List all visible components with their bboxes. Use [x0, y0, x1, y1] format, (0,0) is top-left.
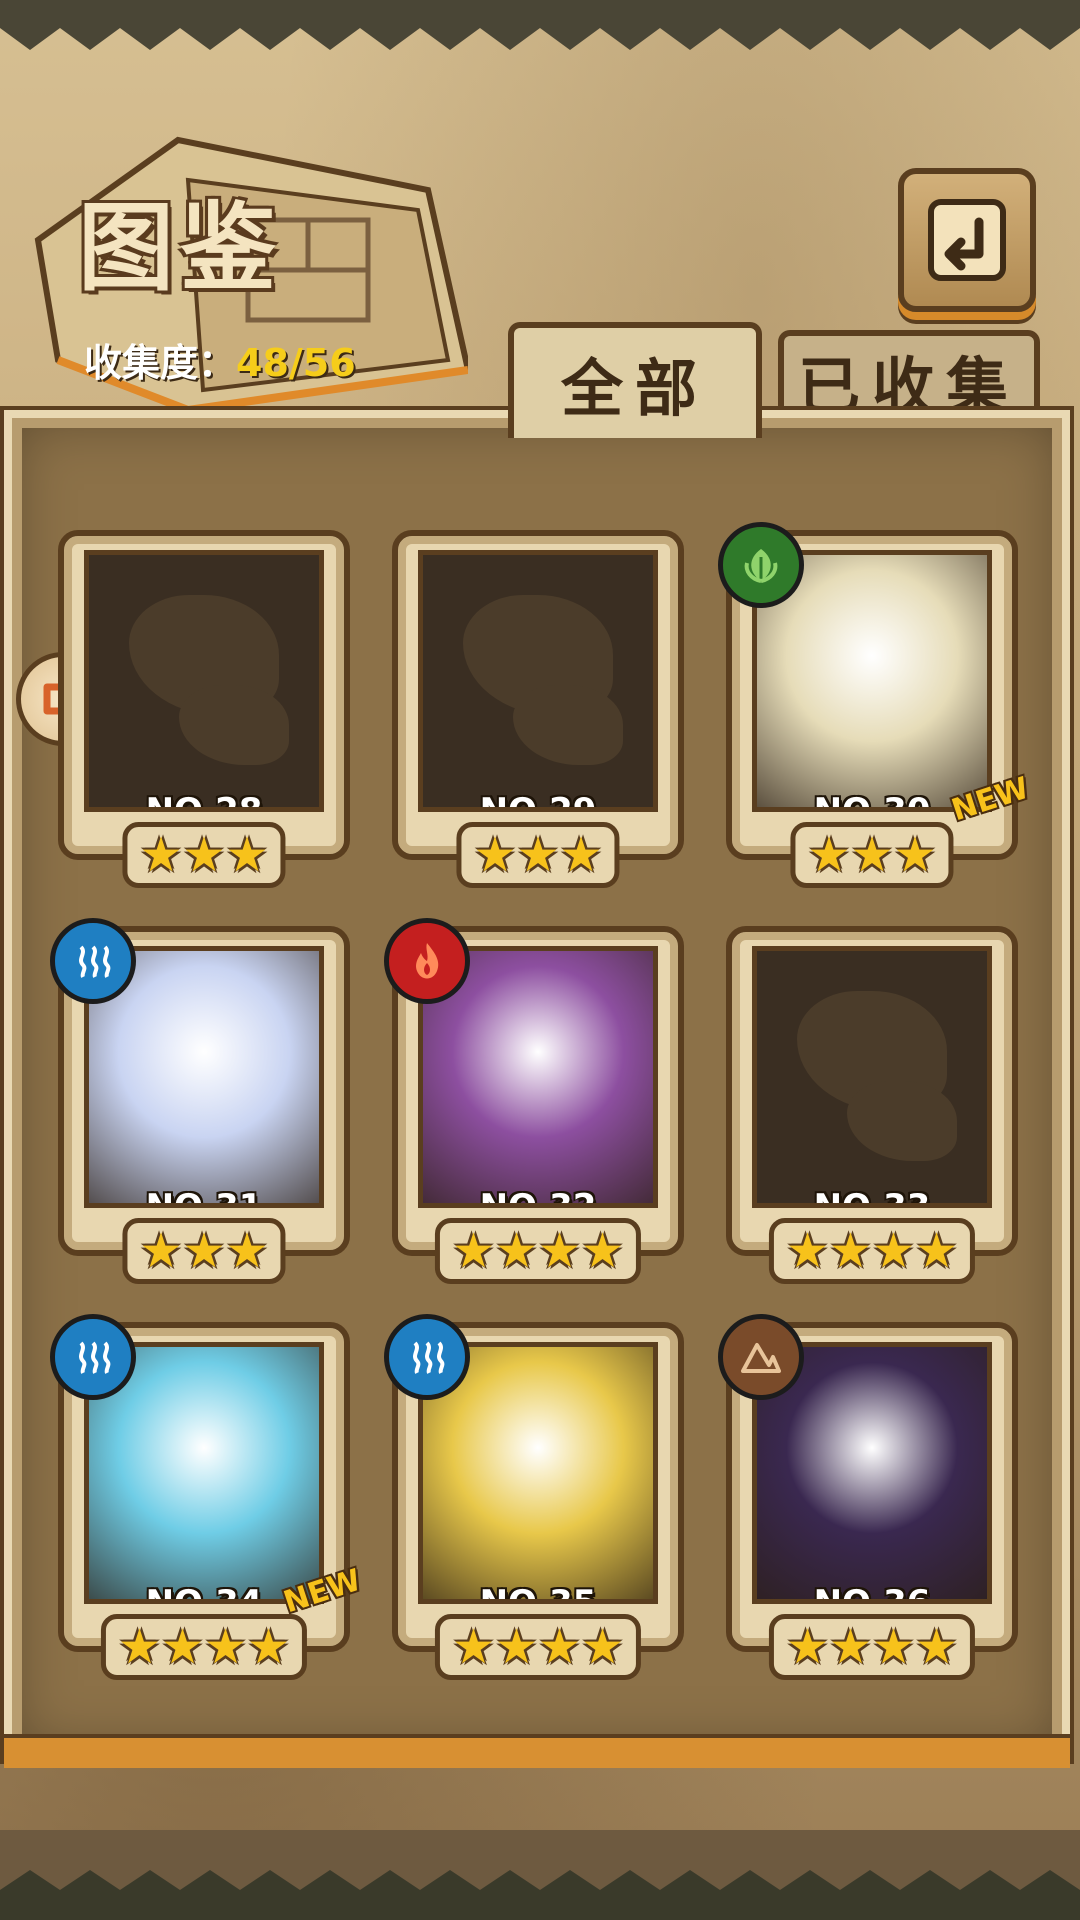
star-icon: ★	[915, 1223, 959, 1279]
star-icon: ★	[538, 1619, 582, 1675]
star-icon: ★	[182, 827, 226, 883]
star-icon: ★	[494, 1223, 538, 1279]
monster-card[interactable]: NO.30 ★ ★ ★ NEW	[718, 522, 1033, 888]
locked-silhouette: NO.28	[84, 550, 324, 812]
card-number: NO.31	[145, 1187, 263, 1208]
star-icon: ★	[807, 827, 851, 883]
silhouette-shape	[179, 685, 289, 765]
star-rating: ★ ★ ★	[122, 822, 286, 888]
monster-card[interactable]: NO.29 ★ ★ ★	[392, 530, 684, 888]
star-icon: ★	[225, 1223, 269, 1279]
card-number: NO.28	[145, 791, 263, 812]
star-rating: ★ ★ ★	[456, 822, 620, 888]
star-rating: ★ ★ ★ ★	[434, 1218, 642, 1284]
bottom-zigzag-border	[0, 1830, 1080, 1920]
card-number: NO.35	[479, 1583, 597, 1604]
star-icon: ★	[247, 1619, 291, 1675]
page-title: 图鉴	[78, 192, 282, 304]
star-icon: ★	[473, 827, 517, 883]
star-icon: ★	[828, 1619, 872, 1675]
star-icon: ★	[538, 1223, 582, 1279]
monster-card[interactable]: NO.31 ★ ★ ★	[50, 918, 350, 1284]
water-icon	[384, 1314, 470, 1400]
star-icon: ★	[494, 1619, 538, 1675]
star-icon: ★	[139, 827, 183, 883]
top-zigzag-border	[0, 0, 1080, 50]
star-icon: ★	[915, 1619, 959, 1675]
locked-silhouette: NO.33	[752, 946, 992, 1208]
star-icon: ★	[559, 827, 603, 883]
star-rating: ★ ★ ★ ★	[100, 1614, 308, 1680]
monster-card[interactable]: NO.33 ★ ★ ★ ★	[726, 926, 1018, 1284]
star-rating: ★ ★ ★ ★	[768, 1218, 976, 1284]
card-number: NO.36	[813, 1583, 931, 1604]
star-icon: ★	[225, 827, 269, 883]
water-icon	[50, 918, 136, 1004]
monster-card[interactable]: NO.32 ★ ★ ★ ★	[384, 918, 684, 1284]
return-arrow-icon	[928, 199, 1006, 281]
star-icon: ★	[581, 1223, 625, 1279]
star-icon: ★	[785, 1619, 829, 1675]
back-button[interactable]	[898, 168, 1036, 312]
monster-card[interactable]: NO.28 ★ ★ ★	[58, 530, 350, 888]
tab-all[interactable]: 全部	[508, 322, 762, 438]
star-icon: ★	[785, 1223, 829, 1279]
star-icon: ★	[451, 1223, 495, 1279]
star-rating: ★ ★ ★ ★	[434, 1614, 642, 1680]
star-rating: ★ ★ ★	[122, 1218, 286, 1284]
star-icon: ★	[182, 1223, 226, 1279]
star-icon: ★	[139, 1223, 183, 1279]
water-icon	[50, 1314, 136, 1400]
star-icon: ★	[850, 827, 894, 883]
star-icon: ★	[581, 1619, 625, 1675]
star-icon: ★	[451, 1619, 495, 1675]
collection-progress: 收集度：48/56	[84, 332, 356, 387]
fire-icon	[384, 918, 470, 1004]
monster-card[interactable]: NO.35 ★ ★ ★ ★	[384, 1314, 684, 1680]
locked-silhouette: NO.29	[418, 550, 658, 812]
monster-card[interactable]: NO.34 ★ ★ ★ ★ NEW	[50, 1314, 365, 1680]
silhouette-shape	[847, 1081, 957, 1161]
star-rating: ★ ★ ★	[790, 822, 954, 888]
star-icon: ★	[204, 1619, 248, 1675]
star-icon: ★	[828, 1223, 872, 1279]
star-rating: ★ ★ ★ ★	[768, 1614, 976, 1680]
star-icon: ★	[160, 1619, 204, 1675]
star-icon: ★	[117, 1619, 161, 1675]
collection-value: 48/56	[236, 341, 356, 385]
leaf-icon	[718, 522, 804, 608]
earth-icon	[718, 1314, 804, 1400]
star-icon: ★	[893, 827, 937, 883]
star-icon: ★	[872, 1223, 916, 1279]
card-number: NO.33	[813, 1187, 931, 1208]
card-number: NO.29	[479, 791, 597, 812]
panel-bottom-edge	[4, 1734, 1070, 1768]
monster-card[interactable]: NO.36 ★ ★ ★ ★	[718, 1314, 1018, 1680]
star-icon: ★	[872, 1619, 916, 1675]
collection-label: 收集度：	[84, 341, 237, 385]
star-icon: ★	[516, 827, 560, 883]
card-number: NO.32	[479, 1187, 597, 1208]
silhouette-shape	[513, 685, 623, 765]
